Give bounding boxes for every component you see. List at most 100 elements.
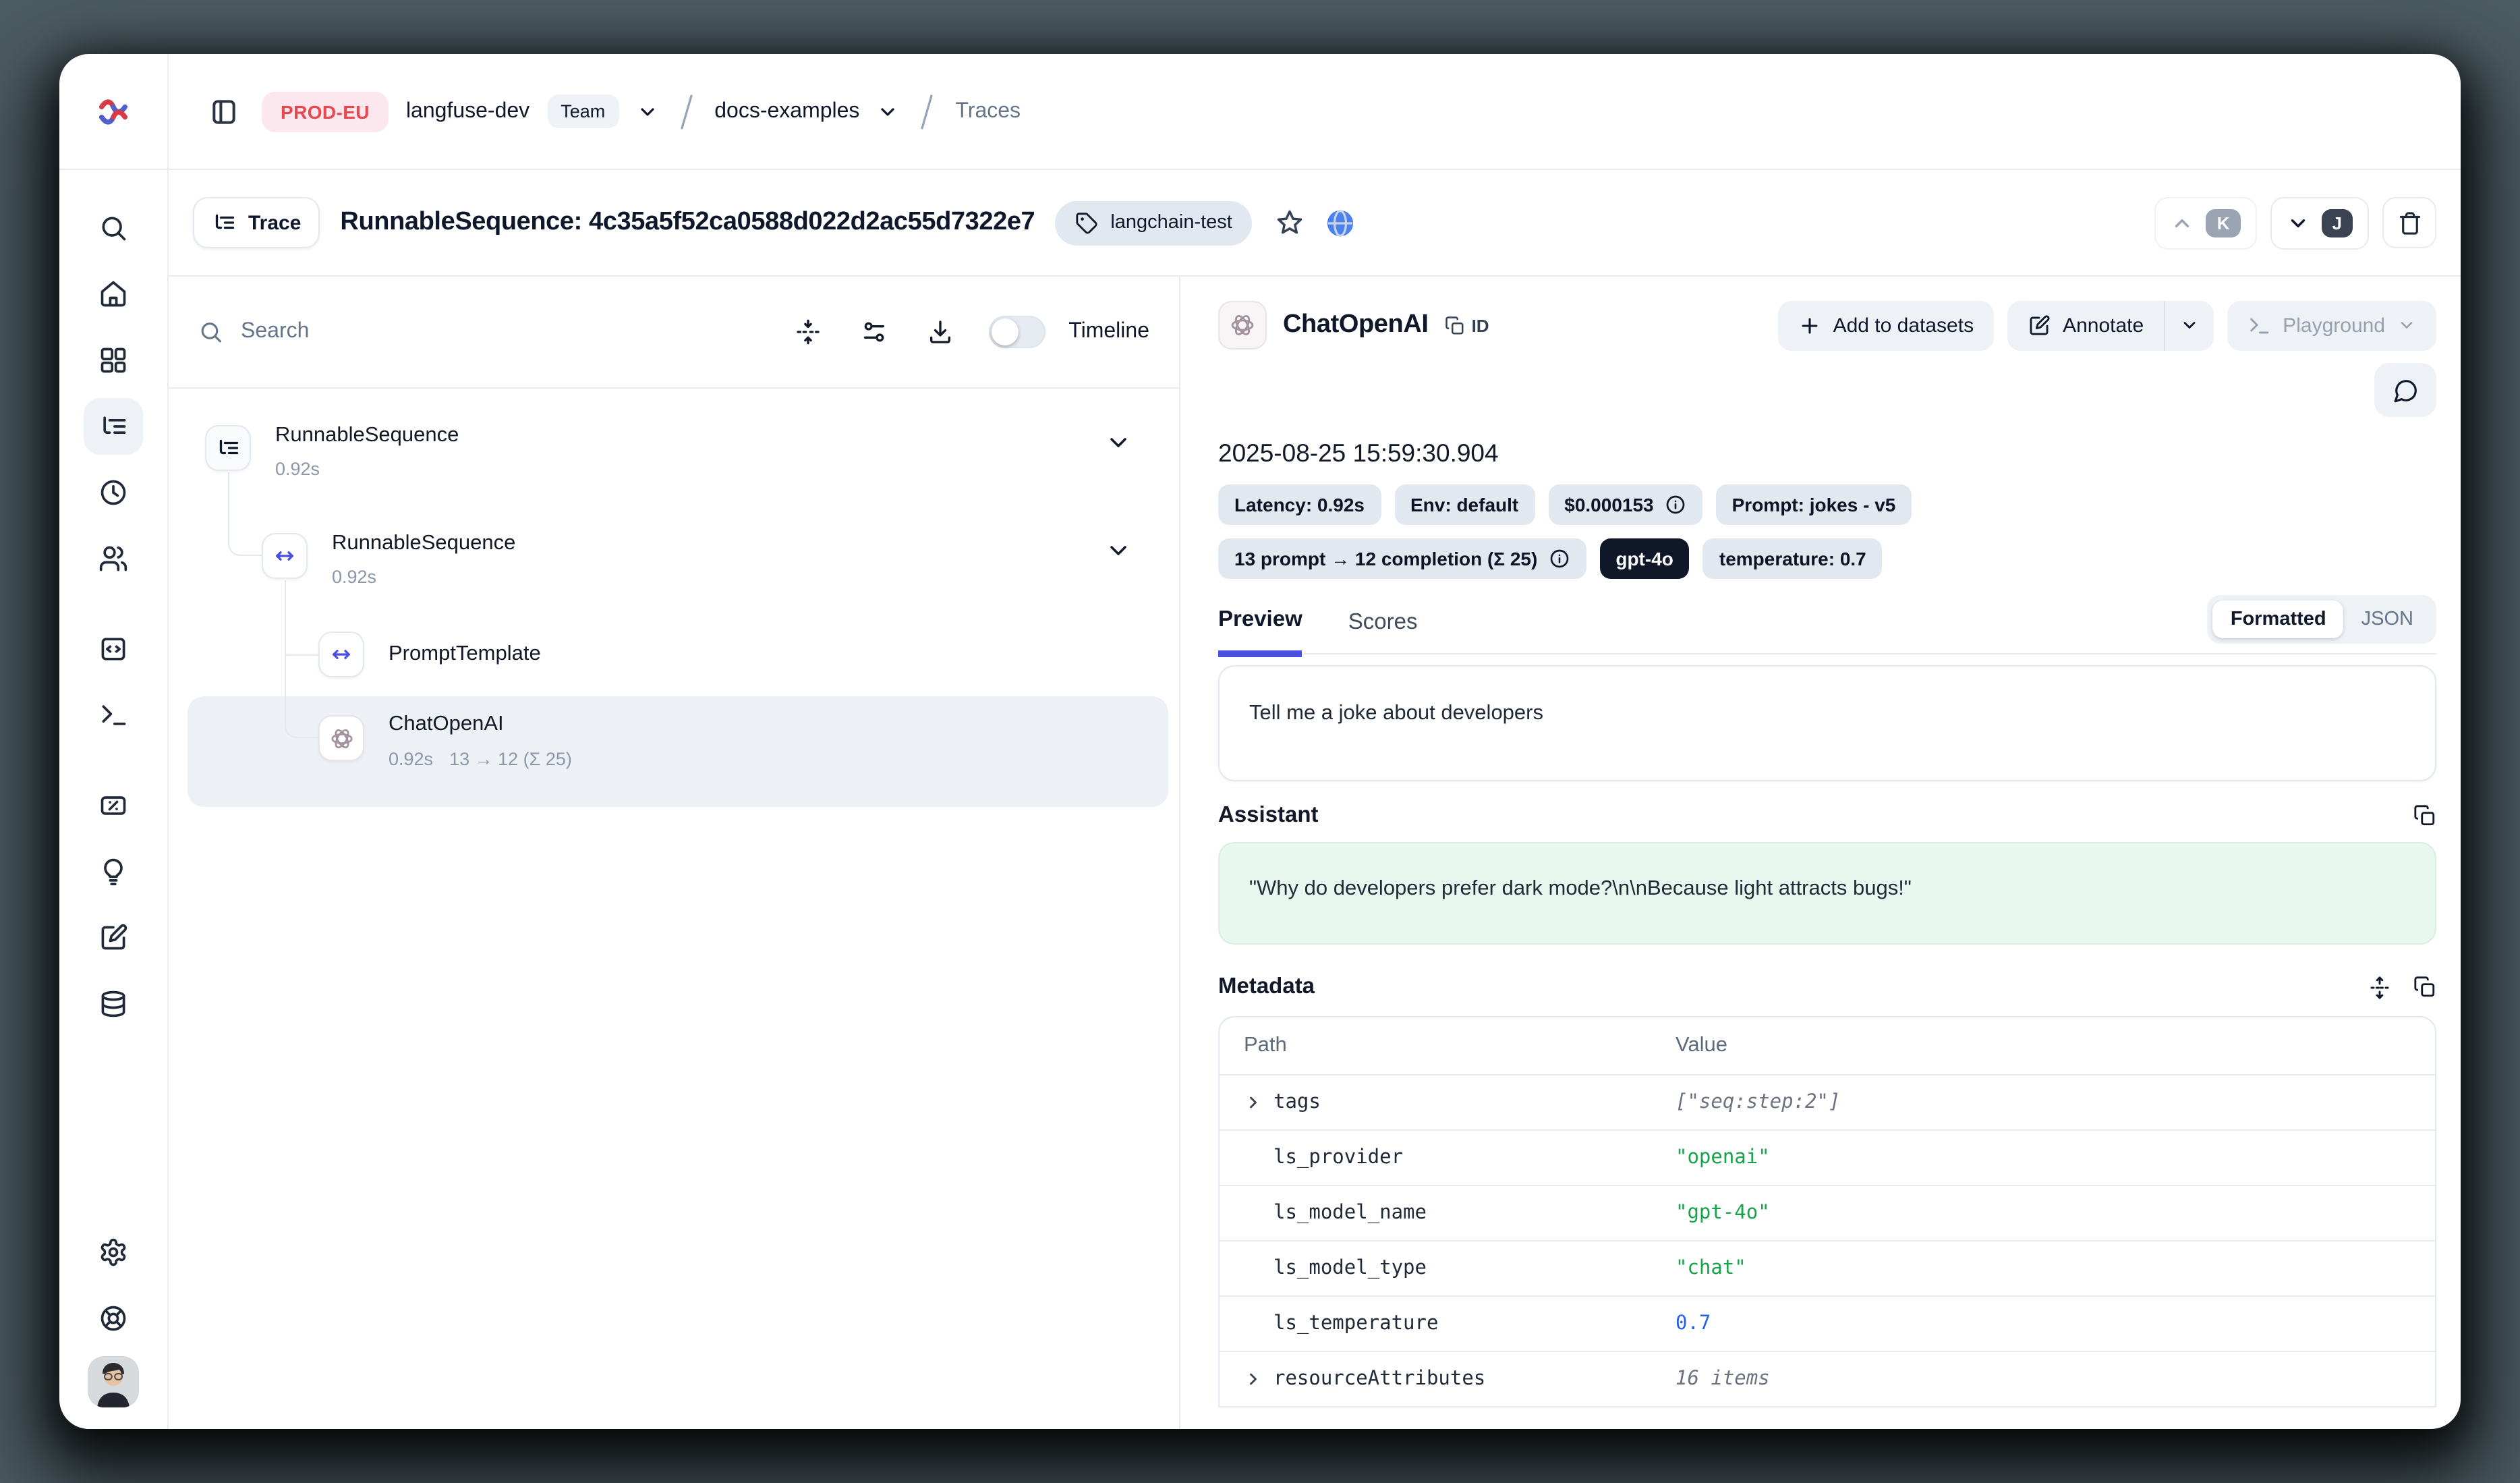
tag-icon [1075, 211, 1098, 234]
format-toggle: Formatted JSON [2208, 595, 2436, 644]
observation-detail-panel: ChatOpenAI ID Add to datasets [1180, 277, 2461, 1429]
openai-logo-icon [328, 725, 354, 751]
dashboard-icon[interactable] [84, 332, 143, 389]
timeline-label: Timeline [1068, 320, 1149, 344]
list-tree-icon [212, 211, 236, 235]
table-row: ls_temperature 0.7 [1220, 1295, 2435, 1351]
annotate-dropdown-chevron-icon[interactable] [2165, 302, 2214, 348]
tree-search[interactable] [198, 318, 765, 345]
info-icon[interactable] [1548, 548, 1570, 569]
tracing-nav-icon[interactable] [84, 398, 143, 455]
trace-tag[interactable]: langchain-test [1055, 200, 1253, 245]
tab-preview[interactable]: Preview [1218, 607, 1302, 657]
chain-arrows-icon [329, 642, 353, 667]
tokens-badge: 13 prompt → 12 completion (Σ 25) [1218, 538, 1586, 579]
metadata-table: Path Value tags ["seq:step:2"] ls_provid… [1218, 1016, 2436, 1407]
view-settings-sliders-icon[interactable] [851, 309, 897, 355]
prompts-file-code-icon[interactable] [84, 621, 143, 677]
tree-node-prompt-label[interactable]: PromptTemplate [389, 642, 541, 667]
public-globe-icon[interactable] [1325, 207, 1356, 238]
expand-row-chevron-icon [1244, 1370, 1263, 1389]
observation-tree: RunnableSequence 0.92s RunnableSequence … [169, 389, 1179, 1429]
annotation-pen-icon[interactable] [84, 910, 143, 966]
chevron-down-icon [2397, 316, 2416, 335]
prompt-badge[interactable]: Prompt: jokes - v5 [1716, 484, 1912, 525]
node-icon-chip[interactable] [205, 425, 251, 471]
table-row[interactable]: tags ["seq:step:2"] [1220, 1074, 2435, 1129]
node-icon-chip[interactable] [318, 632, 364, 677]
chevron-up-icon [2171, 211, 2194, 234]
settings-gear-icon[interactable] [84, 1224, 143, 1281]
info-icon[interactable] [1665, 494, 1686, 515]
detail-tabs: Preview Scores Formatted JSON [1218, 595, 2436, 654]
sidebar-toggle-icon[interactable] [201, 88, 247, 134]
playground-terminal-icon[interactable] [84, 687, 143, 744]
project-name[interactable]: docs-examples [714, 99, 859, 123]
table-row: ls_model_type "chat" [1220, 1240, 2435, 1295]
annotate-button[interactable]: Annotate [2007, 300, 2164, 350]
env-badge: Env: default [1394, 484, 1535, 525]
table-row[interactable]: resourceAttributes 16 items [1220, 1351, 2435, 1406]
collapse-node-chevron-icon[interactable] [1105, 537, 1132, 564]
shortcut-key-j: J [2322, 208, 2353, 237]
bookmark-star-icon[interactable] [1276, 208, 1305, 237]
sessions-clock-icon[interactable] [84, 464, 143, 521]
trace-header: Trace RunnableSequence: 4c35a5f52ca0588d… [169, 170, 2461, 277]
copy-metadata-icon[interactable] [2413, 976, 2436, 999]
org-type-chip: Team [547, 94, 619, 128]
node-icon-chip[interactable] [262, 533, 308, 579]
tree-node-root-label[interactable]: RunnableSequence [275, 424, 459, 448]
format-option-formatted[interactable]: Formatted [2213, 600, 2344, 638]
evals-card-icon[interactable] [84, 777, 143, 834]
prev-observation-button[interactable]: K [2155, 196, 2257, 249]
comments-button[interactable] [2374, 363, 2436, 417]
chat-duration: 0.92s [389, 749, 433, 769]
trash-icon [2397, 210, 2422, 235]
user-avatar[interactable] [88, 1356, 139, 1407]
nav-rail [59, 170, 169, 1429]
copy-output-icon[interactable] [2413, 804, 2436, 827]
datasets-database-icon[interactable] [84, 976, 143, 1032]
tree-node-child-label[interactable]: RunnableSequence [332, 532, 515, 556]
search-input[interactable] [241, 320, 765, 344]
chain-arrows-icon [273, 544, 297, 568]
delete-trace-button[interactable] [2382, 197, 2436, 248]
app-window: PROD-EU langfuse-dev Team docs-examples … [59, 54, 2461, 1429]
search-nav-icon[interactable] [84, 200, 143, 256]
tree-node-chat-stats: 0.92s 13 → 12 (Σ 25) [389, 749, 572, 769]
tree-toolbar: Timeline [169, 277, 1179, 389]
cost-badge: $0.000153 [1548, 484, 1702, 525]
expand-metadata-icon[interactable] [2368, 975, 2392, 999]
add-to-datasets-button[interactable]: Add to datasets [1778, 300, 1995, 350]
org-name[interactable]: langfuse-dev [406, 99, 529, 123]
download-icon[interactable] [917, 309, 963, 355]
message-bubble-icon [2393, 377, 2418, 403]
org-dropdown-chevron-icon[interactable] [636, 101, 658, 122]
assistant-message-card: "Why do developers prefer dark mode?\n\n… [1218, 842, 2436, 945]
project-dropdown-chevron-icon[interactable] [877, 101, 898, 122]
lightbulb-icon[interactable] [84, 843, 143, 900]
table-row: ls_model_name "gpt-4o" [1220, 1185, 2435, 1240]
copy-id-button[interactable]: ID [1445, 315, 1489, 335]
timeline-toggle[interactable] [989, 316, 1046, 348]
playground-button[interactable]: Playground [2227, 300, 2436, 350]
home-icon[interactable] [84, 266, 143, 323]
node-icon-chip[interactable] [318, 715, 364, 761]
badge-row-1: Latency: 0.92s Env: default $0.000153 Pr… [1218, 484, 2436, 525]
support-lifebuoy-icon[interactable] [84, 1290, 143, 1347]
tree-node-chat-label[interactable]: ChatOpenAI [389, 712, 504, 737]
detail-header: ChatOpenAI ID Add to datasets [1218, 296, 2436, 355]
collapse-all-icon[interactable] [785, 309, 831, 355]
breadcrumb-slash-icon [675, 91, 697, 132]
collapse-node-chevron-icon[interactable] [1105, 429, 1132, 456]
next-observation-button[interactable]: J [2270, 196, 2369, 249]
list-tree-icon [216, 436, 240, 460]
square-pen-icon [2028, 314, 2051, 337]
langfuse-logo-icon[interactable] [96, 94, 131, 129]
users-icon[interactable] [84, 530, 143, 587]
format-option-json[interactable]: JSON [2344, 600, 2431, 638]
top-bar: PROD-EU langfuse-dev Team docs-examples … [59, 54, 2461, 170]
breadcrumb-section[interactable]: Traces [955, 99, 1021, 123]
table-row: ls_provider "openai" [1220, 1129, 2435, 1185]
tab-scores[interactable]: Scores [1348, 610, 1418, 653]
